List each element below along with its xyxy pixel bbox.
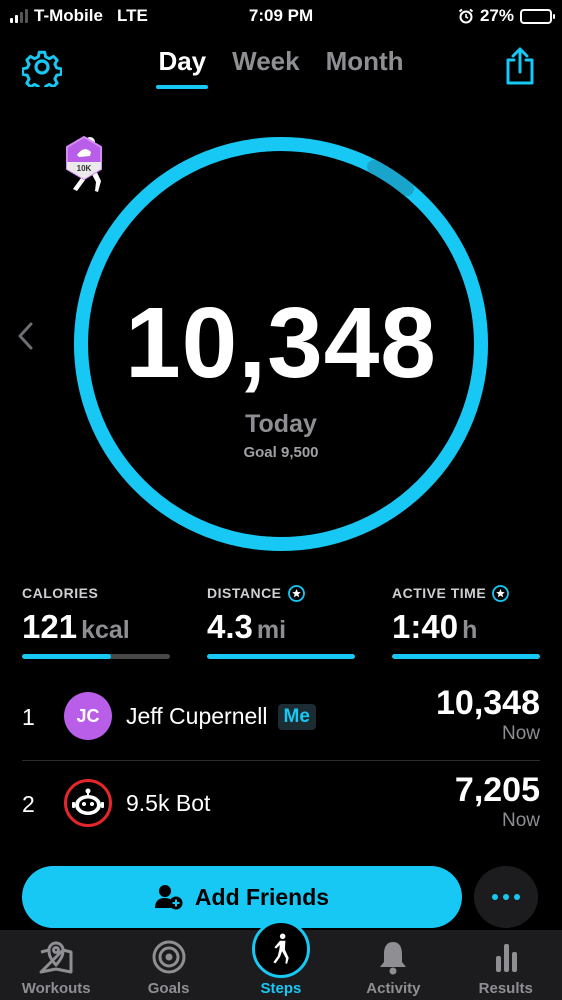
target-icon (152, 940, 186, 974)
add-person-icon (154, 885, 183, 910)
tab-week[interactable]: Week (232, 46, 299, 89)
bell-icon (380, 942, 407, 975)
tab-steps[interactable]: Steps (225, 920, 337, 1000)
battery-icon (520, 8, 555, 24)
player-name: 9.5k Bot (126, 790, 211, 816)
header: Day Week Month (0, 40, 562, 100)
leaderboard-row[interactable]: 1 JC Jeff Cupernell Me 10,348 Now (22, 674, 540, 760)
stat-distance: DISTANCE 4.3 mi (207, 584, 355, 659)
battery-percent: 27% (479, 6, 514, 25)
player-updated: Now (501, 723, 540, 744)
dot-icon (492, 894, 498, 900)
star-badge-icon (287, 584, 305, 602)
add-friends-label: Add Friends (194, 883, 330, 910)
tab-day[interactable]: Day (156, 46, 208, 89)
stat-active-time: ACTIVE TIME 1:40 h (392, 584, 540, 659)
tab-goals[interactable]: Goals (112, 930, 224, 1000)
stat-value: 121 (22, 608, 78, 645)
stat-label: CALORIES (22, 585, 99, 601)
period-label: Today (245, 410, 317, 438)
player-steps: 7,205 (454, 771, 540, 809)
tab-activity[interactable]: Activity (337, 930, 449, 1000)
steps-ring: 10,348 Today Goal 9,500 10K (64, 136, 498, 552)
rank: 2 (22, 791, 35, 817)
status-bar: T-Mobile LTE 7:09 PM 27% (0, 0, 562, 34)
leaderboard-row[interactable]: 2 9.5k Bot 7,205 Now (22, 760, 540, 846)
walker-icon (251, 920, 310, 978)
dot-icon (503, 894, 509, 900)
stat-unit: kcal (81, 616, 130, 644)
tab-label: Workouts (21, 980, 91, 997)
progress-bar (207, 654, 355, 659)
leaderboard: 1 JC Jeff Cupernell Me 10,348 Now 2 9.5k… (22, 674, 540, 846)
player-name: Jeff Cupernell (126, 703, 268, 729)
progress-bar (392, 654, 540, 659)
rank: 1 (22, 704, 35, 730)
dot-icon (514, 894, 520, 900)
more-options-button[interactable] (474, 866, 538, 928)
goal-label: Goal 9,500 (243, 444, 319, 461)
me-badge: Me (277, 703, 316, 730)
stat-label: DISTANCE (207, 585, 282, 601)
bar-chart-icon (495, 944, 517, 972)
stat-value: 4.3 (207, 608, 253, 645)
period-tabs: Day Week Month (0, 46, 562, 89)
stat-calories: CALORIES 121 kcal (22, 584, 170, 659)
stat-value: 1:40 (392, 608, 459, 645)
avatar: JC (64, 692, 112, 740)
tab-label: Results (478, 980, 533, 997)
tab-bar: Workouts Goals Steps Activity Results (0, 920, 562, 1000)
previous-day-icon[interactable] (14, 320, 38, 352)
player-steps: 10,348 (436, 684, 540, 722)
stat-unit: mi (256, 616, 287, 644)
tab-label: Activity (366, 980, 421, 997)
tab-label: Goals (147, 980, 190, 997)
alarm-icon (458, 8, 474, 24)
player-updated: Now (501, 810, 540, 831)
achievement-badge[interactable]: 10K (64, 136, 104, 180)
tab-label: Steps (260, 980, 302, 997)
map-pin-icon (39, 941, 73, 974)
stat-unit: h (462, 616, 478, 644)
add-friends-button[interactable]: Add Friends (22, 866, 462, 928)
share-icon[interactable] (502, 46, 538, 86)
star-badge-icon (492, 584, 510, 602)
status-right: 27% (458, 6, 555, 26)
stat-label: ACTIVE TIME (392, 585, 487, 601)
tab-results[interactable]: Results (450, 930, 562, 1000)
badge-label: 10K (77, 164, 92, 173)
stats-row: CALORIES 121 kcal DISTANCE 4.3 mi ACTIVE T… (22, 584, 540, 659)
progress-bar (22, 654, 170, 659)
robot-avatar-icon (64, 779, 112, 827)
tab-workouts[interactable]: Workouts (0, 930, 112, 1000)
step-count: 10,348 (125, 287, 437, 399)
tab-month[interactable]: Month (326, 46, 404, 89)
